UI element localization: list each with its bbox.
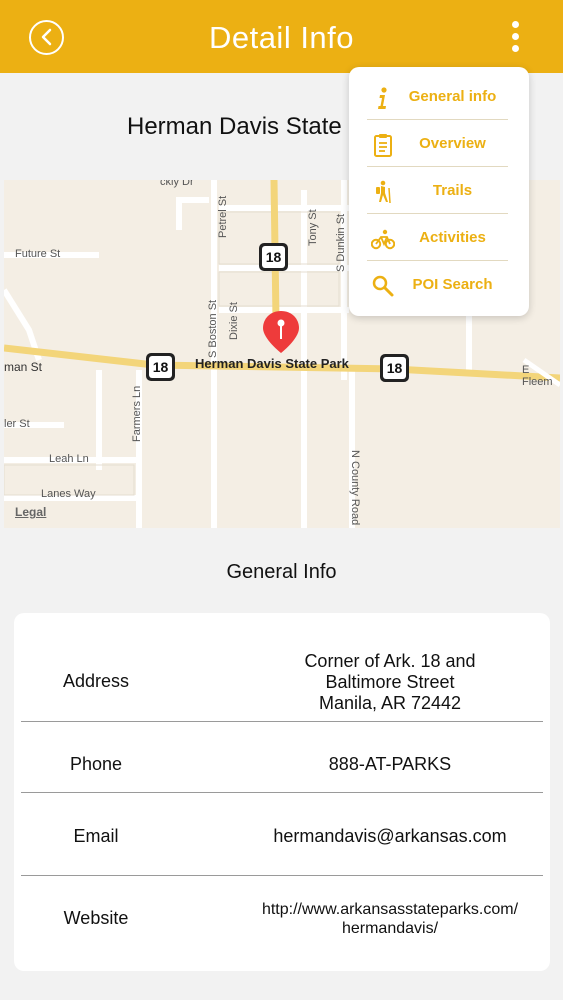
street-label: N County Road: [349, 450, 361, 526]
street-label: Tony St: [307, 209, 319, 246]
address-line: Baltimore Street: [325, 672, 455, 692]
park-title: Herman Davis State Park: [127, 113, 349, 140]
info-card: Address Corner of Ark. 18 and Baltimore …: [14, 613, 550, 971]
menu-item-trails[interactable]: Trails: [367, 168, 508, 214]
info-row-address: Address Corner of Ark. 18 and Baltimore …: [21, 613, 543, 722]
info-icon: [378, 87, 387, 109]
bicycle-icon: [371, 229, 395, 250]
route-shield: 18: [380, 354, 409, 382]
map-pin-icon[interactable]: [261, 309, 301, 355]
street-label: Lanes Way: [41, 488, 96, 500]
clipboard-icon: [374, 134, 392, 157]
address-line: Manila, AR 72442: [318, 693, 462, 713]
info-row-website: Website http://www.arkansasstateparks.co…: [21, 876, 543, 966]
street-label: E Fleem: [522, 364, 553, 388]
street-label: S Dunkin St: [335, 213, 347, 272]
menu-item-general-info[interactable]: General info: [367, 74, 508, 120]
info-row-email: Email hermandavis@arkansas.com: [21, 793, 543, 876]
street-label: Farmers Ln: [131, 385, 143, 442]
map-legal-link[interactable]: Legal: [15, 505, 46, 519]
menu-item-poi-search[interactable]: POI Search: [367, 262, 508, 308]
map-park-label: Herman Davis State Park: [195, 356, 349, 371]
street-label: S Boston St: [207, 299, 219, 358]
overflow-menu: General info Overview Trails Activities: [349, 67, 529, 316]
route-shield: 18: [146, 353, 175, 381]
phone-link[interactable]: 888-AT-PARKS: [239, 754, 541, 775]
hiker-icon: [376, 180, 391, 204]
street-label: man St: [4, 360, 43, 374]
email-link[interactable]: hermandavis@arkansas.com: [239, 826, 541, 847]
route-shield: 18: [259, 243, 288, 271]
menu-item-activities[interactable]: Activities: [367, 215, 508, 261]
more-vertical-icon: [512, 21, 519, 28]
street-label: Future St: [15, 248, 61, 260]
street-label: Dixie St: [228, 302, 240, 340]
menu-item-overview[interactable]: Overview: [367, 121, 508, 167]
street-label: ler St: [4, 418, 30, 430]
street-label: Petrel St: [217, 195, 229, 238]
info-row-phone: Phone 888-AT-PARKS: [21, 722, 543, 793]
search-icon: [372, 275, 394, 297]
section-title-general-info: General Info: [226, 561, 337, 583]
address-line: Corner of Ark. 18 and: [304, 651, 476, 671]
header-title: Detail Info: [208, 20, 355, 55]
street-label: ckly Dr: [160, 180, 194, 188]
street-label: Leah Ln: [49, 453, 89, 465]
website-link[interactable]: http://www.arkansasstateparks.com/ herma…: [239, 900, 541, 938]
more-menu-button[interactable]: [505, 20, 527, 54]
app-header: Detail Info: [0, 0, 563, 73]
